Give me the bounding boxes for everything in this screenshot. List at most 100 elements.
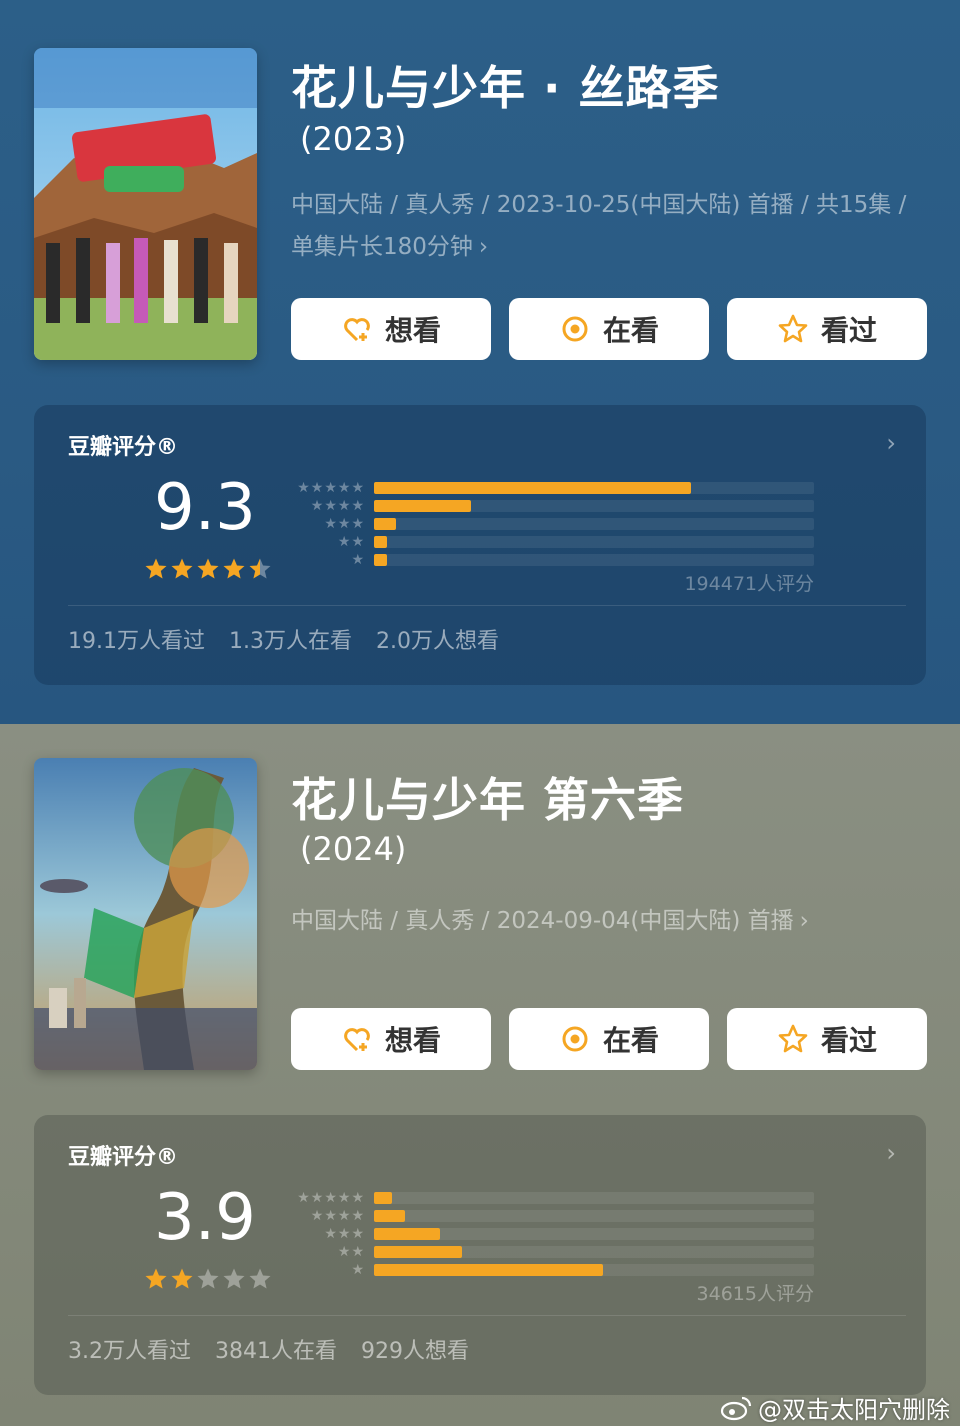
watched-count: 3.2万人看过 bbox=[68, 1339, 191, 1364]
distribution-track bbox=[374, 1228, 814, 1240]
mini-star-icon: ★ bbox=[324, 1226, 337, 1242]
mini-star-icon: ★ bbox=[337, 1190, 351, 1206]
distribution-stars: ★ ★ bbox=[284, 535, 364, 549]
poster-image[interactable] bbox=[34, 48, 257, 360]
show-meta[interactable]: 中国大陆 / 真人秀 / 2023-10-25(中国大陆) 首播 / 共15集 … bbox=[291, 184, 911, 268]
watermark: @双击太阳穴删除 bbox=[720, 1390, 950, 1425]
distribution-row: ★ ★ ★ ★ bbox=[284, 1207, 814, 1225]
distribution-row: ★ bbox=[284, 551, 814, 569]
mini-star-icon: ★ bbox=[310, 498, 324, 514]
want-count: 929人想看 bbox=[361, 1339, 469, 1364]
watching-button[interactable]: 在看 bbox=[509, 298, 709, 360]
mini-star-icon: ★ bbox=[337, 498, 351, 514]
distribution-bar bbox=[374, 1264, 603, 1276]
rating-score: 9.3 bbox=[154, 471, 256, 545]
rating-distribution: ★ ★ ★ ★ ★ ★ ★ ★ ★ ★ ★ ★ ★ ★ ★ bbox=[284, 1189, 814, 1279]
rating-star-icon bbox=[171, 558, 193, 579]
rating-card[interactable]: 豆瓣评分® › 9.3 ★ ★ ★ ★ ★ ★ ★ ★ ★ ★ ★ ★ ★ ★ ★ 194471人评分 19… bbox=[34, 405, 926, 685]
mini-star-icon: ★ bbox=[324, 1190, 337, 1206]
distribution-track bbox=[374, 518, 814, 530]
rating-star-icon bbox=[249, 558, 271, 579]
watching-count: 3841人在看 bbox=[215, 1339, 337, 1364]
distribution-track bbox=[374, 1192, 814, 1204]
distribution-row: ★ ★ ★ ★ ★ bbox=[284, 1189, 814, 1207]
mini-star-icon: ★ bbox=[351, 480, 364, 496]
show-year: (2023) bbox=[300, 120, 407, 158]
action-buttons: 想看 在看 看过 bbox=[291, 298, 927, 360]
watermark-text: @双击太阳穴删除 bbox=[758, 1396, 950, 1424]
distribution-bar bbox=[374, 1228, 440, 1240]
mini-star-icon: ★ bbox=[324, 1208, 337, 1224]
distribution-bar bbox=[374, 1192, 392, 1204]
distribution-track bbox=[374, 1264, 814, 1276]
distribution-bar bbox=[374, 1246, 462, 1258]
want-label: 想看 bbox=[384, 314, 441, 347]
distribution-stars: ★ ★ ★ ★ bbox=[284, 1209, 364, 1223]
meta-text: 中国大陆 / 真人秀 / 2023-10-25(中国大陆) 首播 / 共15集 … bbox=[291, 192, 907, 260]
rating-star-icon bbox=[249, 1268, 271, 1289]
mini-star-icon: ★ bbox=[351, 1262, 364, 1278]
want-button[interactable]: 想看 bbox=[291, 1008, 491, 1070]
want-button[interactable]: 想看 bbox=[291, 298, 491, 360]
mini-star-icon: ★ bbox=[297, 1190, 310, 1206]
watching-label: 在看 bbox=[602, 314, 659, 347]
star-outline-icon bbox=[778, 1024, 808, 1053]
mini-star-icon: ★ bbox=[351, 534, 364, 550]
show-card-1: 花儿与少年 · 丝路季 (2023) 中国大陆 / 真人秀 / 2023-10-… bbox=[0, 0, 960, 724]
distribution-track bbox=[374, 554, 814, 566]
mini-star-icon: ★ bbox=[324, 498, 337, 514]
mini-star-icon: ★ bbox=[310, 1190, 324, 1206]
mini-star-icon: ★ bbox=[351, 498, 364, 514]
mini-star-icon: ★ bbox=[337, 534, 351, 550]
distribution-bar bbox=[374, 1210, 405, 1222]
mini-star-icon: ★ bbox=[310, 480, 324, 496]
distribution-row: ★ ★ ★ bbox=[284, 515, 814, 533]
want-count: 2.0万人想看 bbox=[376, 629, 499, 654]
chevron-right-icon[interactable]: › bbox=[886, 429, 896, 457]
mini-star-icon: ★ bbox=[351, 516, 364, 532]
distribution-stars: ★ ★ ★ ★ bbox=[284, 499, 364, 513]
chevron-right-icon: › bbox=[799, 908, 809, 934]
chevron-right-icon[interactable]: › bbox=[886, 1139, 896, 1167]
distribution-row: ★ bbox=[284, 1261, 814, 1279]
distribution-stars: ★ ★ ★ bbox=[284, 517, 364, 531]
heart-plus-icon bbox=[344, 318, 370, 342]
distribution-track bbox=[374, 482, 814, 494]
rating-star-icon bbox=[197, 558, 219, 579]
divider bbox=[68, 1315, 906, 1316]
star-outline-icon bbox=[778, 314, 808, 343]
show-title: 花儿与少年 · 丝路季 bbox=[291, 61, 720, 115]
watched-button[interactable]: 看过 bbox=[727, 1008, 927, 1070]
poster-image[interactable] bbox=[34, 758, 257, 1070]
mini-star-icon: ★ bbox=[310, 1208, 324, 1224]
show-meta[interactable]: 中国大陆 / 真人秀 / 2024-09-04(中国大陆) 首播 › bbox=[291, 900, 911, 942]
mini-star-icon: ★ bbox=[297, 480, 310, 496]
show-year: (2024) bbox=[300, 830, 407, 868]
watching-button[interactable]: 在看 bbox=[509, 1008, 709, 1070]
watched-button[interactable]: 看过 bbox=[727, 298, 927, 360]
mini-star-icon: ★ bbox=[351, 1244, 364, 1260]
mini-star-icon: ★ bbox=[337, 1226, 351, 1242]
target-icon bbox=[562, 1026, 588, 1052]
rating-label: 豆瓣评分® bbox=[68, 1145, 179, 1170]
watching-count: 1.3万人在看 bbox=[229, 629, 352, 654]
rating-card[interactable]: 豆瓣评分® › 3.9 ★ ★ ★ ★ ★ ★ ★ ★ ★ ★ ★ ★ ★ ★ ★ 34615人评分 3.2… bbox=[34, 1115, 926, 1395]
rating-label: 豆瓣评分® bbox=[68, 435, 179, 460]
watched-label: 看过 bbox=[820, 314, 877, 347]
rating-count: 194471人评分 bbox=[684, 573, 814, 595]
mini-star-icon: ★ bbox=[324, 516, 337, 532]
audience-stats: 3.2万人看过 3841人在看 929人想看 bbox=[68, 1333, 469, 1365]
distribution-stars: ★ ★ ★ ★ ★ bbox=[284, 481, 364, 495]
show-title: 花儿与少年 第六季 bbox=[291, 773, 685, 827]
distribution-track bbox=[374, 536, 814, 548]
distribution-row: ★ ★ ★ bbox=[284, 1225, 814, 1243]
distribution-row: ★ ★ ★ ★ bbox=[284, 497, 814, 515]
meta-text: 中国大陆 / 真人秀 / 2024-09-04(中国大陆) 首播 bbox=[291, 908, 794, 934]
distribution-stars: ★ bbox=[284, 1263, 364, 1277]
heart-plus-icon bbox=[344, 1028, 370, 1052]
distribution-track bbox=[374, 500, 814, 512]
watching-label: 在看 bbox=[602, 1024, 659, 1057]
distribution-bar bbox=[374, 554, 388, 566]
distribution-bar bbox=[374, 500, 471, 512]
watched-label: 看过 bbox=[820, 1024, 877, 1057]
